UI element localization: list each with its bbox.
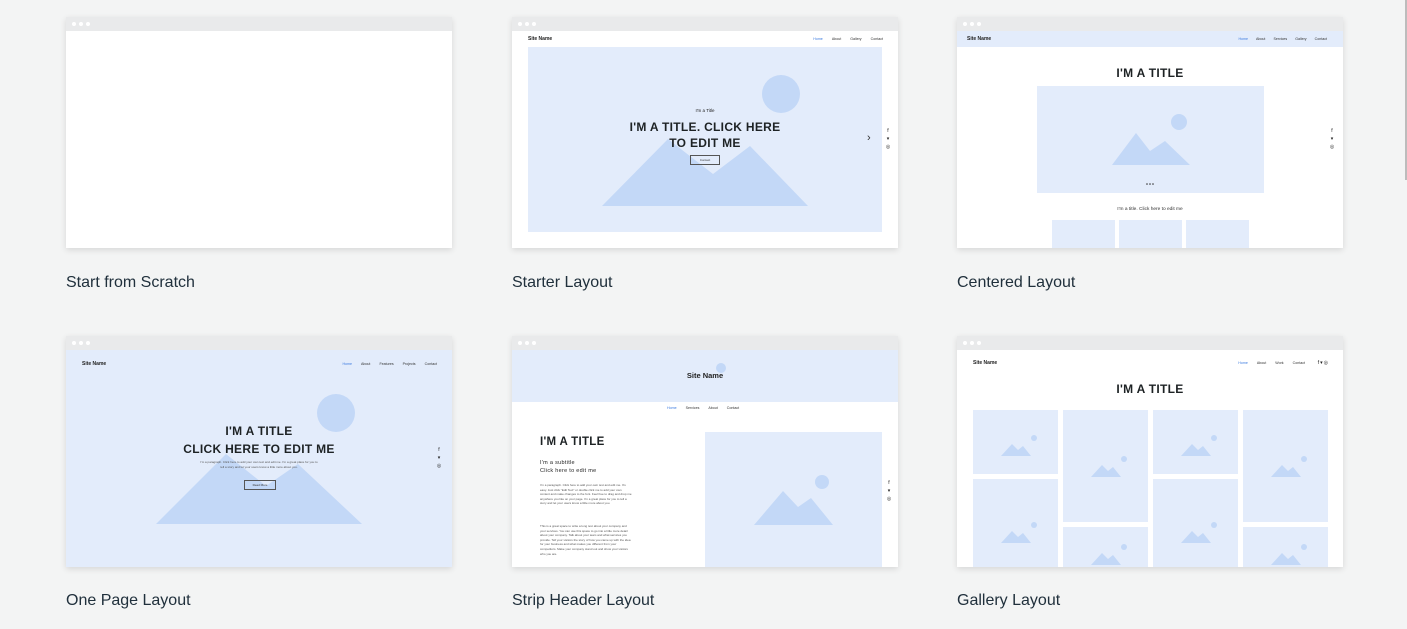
- preview-title: I'M A TITLE CLICK HERE TO EDIT ME: [183, 424, 335, 456]
- template-name: Strip Header Layout: [512, 592, 655, 609]
- social-icons: f ▾ ◎: [886, 479, 892, 503]
- browser-chrome: [512, 336, 898, 350]
- facebook-icon: f: [888, 480, 890, 486]
- preview-kicker: I'm a Title: [695, 108, 715, 113]
- browser-chrome: [66, 17, 452, 31]
- template-preview[interactable]: [66, 17, 452, 248]
- template-name: Gallery Layout: [957, 592, 1061, 609]
- gallery-grid: [973, 410, 1328, 567]
- preview-button: Read More: [244, 480, 276, 490]
- twitter-icon: ▾: [887, 488, 891, 494]
- template-name: Start from Scratch: [66, 274, 195, 291]
- browser-chrome: [512, 17, 898, 31]
- template-name: Centered Layout: [957, 274, 1076, 291]
- template-preview[interactable]: Site Name Home About Services Gallery Contac…: [957, 17, 1343, 248]
- image-placeholder: [1037, 86, 1264, 193]
- instagram-icon: ◎: [885, 144, 891, 150]
- image-placeholder: [1119, 220, 1182, 248]
- facebook-icon: f: [887, 128, 889, 134]
- instagram-icon: ◎: [886, 496, 892, 502]
- preview-paragraph: This is a great space to write a long te…: [540, 524, 631, 556]
- preview-button: Contact: [690, 155, 720, 165]
- template-preview[interactable]: Site Name Home About Work Contact f▾◎ I'M A…: [957, 336, 1343, 567]
- social-icons: f ▾ ◎: [436, 446, 442, 470]
- twitter-icon: ▾: [886, 136, 890, 142]
- instagram-icon: ◎: [1329, 144, 1335, 150]
- preview-nav: Home About Gallery Contact: [813, 37, 883, 41]
- preview-caption: I'm a title. Click here to edit me: [1117, 207, 1183, 212]
- preview-nav: Home Services About Contact: [667, 406, 740, 410]
- preview-subtitle: I'm a subtitle Click here to edit me: [540, 460, 597, 474]
- image-placeholder: [1052, 220, 1115, 248]
- social-icons: f ▾ ◎: [1329, 127, 1335, 151]
- twitter-icon: ▾: [437, 455, 441, 461]
- preview-site-name: Site Name: [967, 36, 992, 42]
- chevron-right-icon: ›: [867, 132, 871, 144]
- preview-site-name: Site Name: [528, 36, 553, 42]
- template-preview[interactable]: Site Name Home Services About Contact I'M A…: [512, 336, 898, 567]
- instagram-icon: ◎: [436, 463, 442, 469]
- preview-nav: Home About Features Projects Contact: [342, 362, 437, 366]
- preview-title: I'M A TITLE: [1116, 66, 1184, 80]
- facebook-icon: f: [438, 447, 440, 453]
- social-icons: f ▾ ◎: [885, 127, 891, 151]
- image-placeholder: [705, 432, 882, 567]
- template-name: Starter Layout: [512, 274, 613, 291]
- preview-site-name: Site Name: [82, 361, 107, 367]
- template-preview[interactable]: Site Name Home About Gallery Contact I'm a …: [512, 17, 898, 248]
- image-placeholder: [1186, 220, 1249, 248]
- browser-chrome: [957, 17, 1343, 31]
- preview-paragraph: I'm a paragraph. Click here to add your …: [540, 483, 632, 506]
- template-name: One Page Layout: [66, 592, 191, 609]
- preview-site-name: Site Name: [686, 371, 724, 380]
- preview-title: I'M A TITLE: [540, 436, 605, 448]
- preview-title: I'M A TITLE. CLICK HERE TO EDIT ME: [629, 120, 781, 150]
- preview-nav: Home About Services Gallery Contact: [1238, 37, 1327, 41]
- preview-paragraph: I'm a paragraph. Click here to add your …: [200, 460, 318, 469]
- twitter-icon: ▾: [1330, 136, 1334, 142]
- template-preview[interactable]: Site Name Home About Features Projects Conta…: [66, 336, 452, 567]
- mountain-image-placeholder: [754, 475, 833, 525]
- mountain-image-placeholder: [1112, 114, 1190, 185]
- facebook-icon: f: [1331, 128, 1333, 134]
- preview-hero: I'm a Title I'M A TITLE. CLICK HERE TO ED…: [528, 47, 882, 232]
